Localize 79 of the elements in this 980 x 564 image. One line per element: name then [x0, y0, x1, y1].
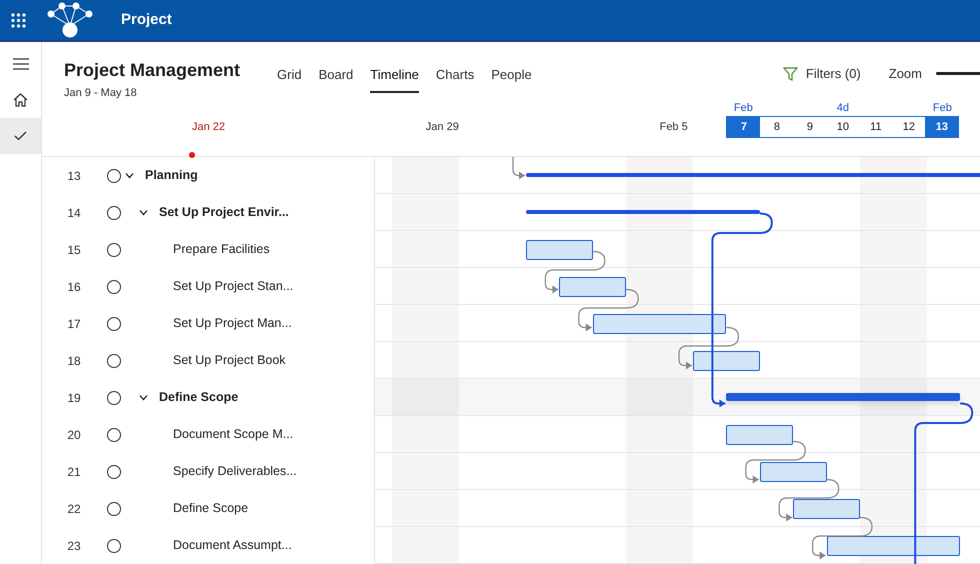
task-bar[interactable] [526, 240, 593, 260]
zoom-label: Zoom [888, 65, 922, 83]
date-label: Jan 22 [192, 120, 226, 135]
complete-checkbox[interactable] [107, 390, 121, 404]
complete-checkbox[interactable] [107, 168, 121, 182]
home-icon [13, 93, 28, 107]
complete-checkbox[interactable] [107, 502, 121, 516]
highlighted-row[interactable] [375, 379, 980, 416]
checkmark-button[interactable] [0, 118, 41, 154]
task-name[interactable]: Document Scope M... [173, 425, 294, 444]
row-number: 14 [66, 204, 82, 222]
task-name[interactable]: Set Up Project Book [173, 351, 286, 370]
row-number: 19 [66, 390, 82, 406]
zoom-day[interactable]: 13 [925, 117, 958, 137]
dependency-arrow [578, 288, 639, 332]
dependency-arrow [512, 157, 525, 180]
date-label: Jan 29 [426, 120, 459, 135]
task-bar[interactable] [760, 462, 827, 482]
month-label: Feb [932, 101, 952, 116]
checkmark-icon [14, 131, 27, 141]
zoom-range-box[interactable]: 7 8 9 10 11 12 13 [726, 116, 960, 138]
task-bar[interactable] [559, 277, 626, 297]
row-number: 22 [66, 500, 82, 518]
task-name[interactable]: Planning [145, 166, 198, 185]
chevron-down-icon[interactable] [139, 208, 148, 217]
complete-checkbox[interactable] [107, 280, 121, 294]
complete-checkbox[interactable] [107, 428, 121, 442]
row-number: 23 [66, 538, 82, 554]
zoom-day[interactable]: 7 [727, 117, 760, 137]
complete-checkbox[interactable] [107, 316, 121, 330]
complete-checkbox[interactable] [107, 538, 121, 552]
nodes-logo-icon [47, 2, 93, 38]
dependency-arrow [778, 478, 840, 522]
month-label: Feb [734, 101, 753, 116]
row-number: 17 [66, 316, 82, 332]
row-number: 20 [66, 426, 82, 444]
complete-checkbox[interactable] [107, 354, 121, 368]
dependency-arrow [678, 326, 739, 370]
task-name[interactable]: Set Up Project Man... [173, 314, 292, 333]
task-name[interactable]: Set Up Project Stan... [173, 277, 294, 296]
task-name[interactable]: Prepare Facilities [173, 240, 270, 259]
task-bar[interactable] [726, 425, 794, 445]
row-number: 18 [66, 352, 82, 370]
menu-icon [12, 58, 28, 70]
project-title: Project Management [64, 60, 242, 82]
zoom-span-label: 4d [836, 101, 850, 116]
task-bar[interactable] [793, 499, 860, 519]
task-name[interactable]: Define Scope [159, 388, 238, 407]
task-name[interactable]: Define Scope [173, 499, 248, 518]
app-launcher-icon[interactable] [11, 12, 26, 28]
zoom-slider[interactable] [936, 72, 980, 76]
task-bar[interactable] [826, 536, 960, 556]
chevron-down-icon[interactable] [139, 393, 148, 402]
task-name[interactable]: Specify Deliverables... [173, 462, 297, 481]
view-tab[interactable]: Charts [436, 65, 474, 92]
row-number: 15 [66, 242, 82, 258]
view-tab[interactable]: People [491, 65, 532, 92]
filter-icon [782, 66, 798, 81]
complete-checkbox[interactable] [107, 206, 121, 220]
view-tab[interactable]: Board [318, 65, 354, 92]
filters-button[interactable]: Filters (0) [782, 64, 861, 84]
row-number: 13 [66, 168, 82, 184]
project-dates: Jan 9 - May 18 [64, 86, 138, 101]
task-bar[interactable] [592, 314, 726, 334]
task-bar[interactable] [693, 351, 760, 371]
row-number: 21 [66, 464, 82, 480]
date-label: Feb 5 [660, 120, 688, 135]
view-tab[interactable]: Timeline [370, 65, 419, 92]
view-tab[interactable]: Grid [277, 65, 302, 92]
dependency-arrow [745, 440, 806, 484]
task-name[interactable]: Set Up Project Envir... [159, 203, 289, 222]
row-number: 16 [66, 278, 82, 296]
app-title: Project [121, 10, 172, 30]
dependency-arrow [544, 250, 606, 294]
complete-checkbox[interactable] [107, 242, 121, 256]
task-name[interactable]: Document Assumpt... [173, 536, 292, 555]
dependency-arrow [812, 516, 873, 560]
chevron-down-icon[interactable] [125, 171, 134, 180]
complete-checkbox[interactable] [107, 464, 121, 478]
